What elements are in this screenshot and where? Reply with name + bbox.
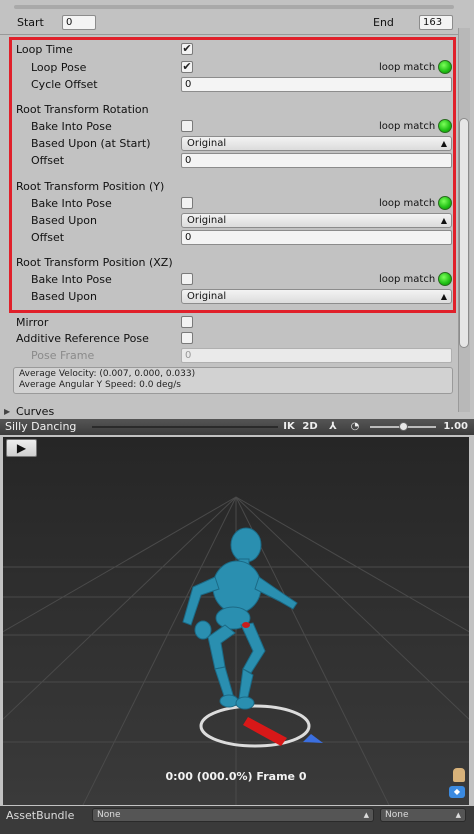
rotation-bake-checkbox[interactable] [181, 120, 193, 132]
stats-box: Average Velocity: (0.007, 0.000, 0.033) … [13, 367, 453, 394]
cycle-offset-field[interactable]: 0 [181, 77, 452, 92]
loop-match-label: loop match [379, 62, 436, 73]
root-position-xz-heading: Root Transform Position (XZ) [16, 256, 173, 269]
speed-value: 1.00 [443, 421, 468, 432]
additive-checkbox[interactable] [181, 332, 193, 344]
position-y-based-upon-dropdown[interactable]: Original ▲ [181, 213, 452, 228]
frame-readout: 0:00 (000.0%) Frame 0 [165, 770, 307, 783]
asset-bundle-bar: AssetBundle None ▲ None ▲ [0, 806, 474, 834]
dropdown-arrows-icon: ▲ [440, 216, 447, 225]
pivot-icon[interactable]: ⅄ [323, 420, 343, 434]
preview-toolbar: Silly Dancing IK 2D ⅄ ◔ 1.00 [0, 419, 474, 435]
end-field[interactable]: 163 [419, 15, 453, 30]
loop-pose-label: Loop Pose [31, 61, 87, 74]
position-y-match-label: loop match [379, 198, 436, 209]
dropdown-arrows-icon: ▲ [440, 292, 447, 301]
position-y-bake-checkbox[interactable] [181, 197, 193, 209]
asset-variant-value: None [385, 810, 409, 820]
rotation-offset-label: Offset [31, 154, 65, 167]
toolbar-grip [92, 426, 278, 428]
dropdown-arrows-icon: ▲ [455, 811, 461, 819]
loop-pose-checkbox[interactable]: ✔ [181, 61, 193, 73]
rotation-based-upon-label: Based Upon (at Start) [31, 137, 151, 150]
preview-title: Silly Dancing [5, 420, 77, 433]
pose-frame-label: Pose Frame [31, 349, 95, 362]
root-position-y-heading: Root Transform Position (Y) [16, 180, 165, 193]
additive-label: Additive Reference Pose [16, 332, 149, 345]
end-label: End [373, 16, 394, 29]
rotation-match-label: loop match [379, 121, 436, 132]
asset-bundle-value: None [97, 810, 121, 820]
avatar-icon[interactable] [453, 768, 465, 782]
cycle-offset-label: Cycle Offset [31, 78, 98, 91]
preview-viewport[interactable]: ▶ 0:00 (000.0%) Frame 0 ◆ [3, 437, 469, 805]
position-y-offset-label: Offset [31, 231, 65, 244]
curves-label[interactable]: Curves [16, 405, 54, 419]
pose-frame-field: 0 [181, 348, 452, 363]
position-xz-match-label: loop match [379, 274, 436, 285]
asset-bundle-label: AssetBundle [6, 809, 75, 822]
speed-dial-icon[interactable]: ◔ [344, 420, 366, 434]
mirror-label: Mirror [16, 316, 49, 329]
2d-toggle-button[interactable]: 2D [300, 420, 320, 434]
position-y-offset-field[interactable]: 0 [181, 230, 452, 245]
start-field[interactable]: 0 [62, 15, 96, 30]
rotation-offset-field[interactable]: 0 [181, 153, 452, 168]
top-divider [14, 5, 454, 9]
rotation-bake-label: Bake Into Pose [31, 120, 112, 133]
dropdown-value: Original [187, 138, 227, 149]
mirror-checkbox[interactable] [181, 316, 193, 328]
position-y-based-upon-label: Based Upon [31, 214, 97, 227]
start-label: Start [17, 16, 44, 29]
average-angular-text: Average Angular Y Speed: 0.0 deg/s [19, 380, 181, 390]
scrollbar-thumb[interactable] [459, 118, 469, 348]
rotation-match-indicator-icon [438, 119, 452, 133]
loop-time-label: Loop Time [16, 43, 73, 56]
section-divider [0, 34, 458, 35]
play-button[interactable]: ▶ [6, 439, 37, 457]
average-velocity-text: Average Velocity: (0.007, 0.000, 0.033) [19, 369, 196, 379]
speed-slider-thumb[interactable] [399, 422, 408, 431]
curves-foldout-icon[interactable]: ▶ [4, 407, 10, 416]
dropdown-value: Original [187, 291, 227, 302]
root-rotation-heading: Root Transform Rotation [16, 103, 149, 116]
dropdown-arrows-icon: ▲ [363, 811, 369, 819]
dropdown-value: Original [187, 215, 227, 226]
preview-scene [3, 437, 469, 805]
rotation-based-upon-dropdown[interactable]: Original ▲ [181, 136, 452, 151]
dropdown-arrows-icon: ▲ [440, 139, 447, 148]
loop-time-checkbox[interactable]: ✔ [181, 43, 193, 55]
position-xz-based-upon-dropdown[interactable]: Original ▲ [181, 289, 452, 304]
position-xz-based-upon-label: Based Upon [31, 290, 97, 303]
position-xz-bake-checkbox[interactable] [181, 273, 193, 285]
tag-icon[interactable]: ◆ [449, 786, 465, 798]
loop-match-indicator-icon [438, 60, 452, 74]
asset-bundle-dropdown[interactable]: None ▲ [92, 808, 374, 822]
asset-variant-dropdown[interactable]: None ▲ [380, 808, 466, 822]
hip-marker [242, 622, 250, 628]
position-y-bake-label: Bake Into Pose [31, 197, 112, 210]
position-xz-match-indicator-icon [438, 272, 452, 286]
position-y-match-indicator-icon [438, 196, 452, 210]
ik-toggle-button[interactable]: IK [280, 420, 298, 434]
position-xz-bake-label: Bake Into Pose [31, 273, 112, 286]
